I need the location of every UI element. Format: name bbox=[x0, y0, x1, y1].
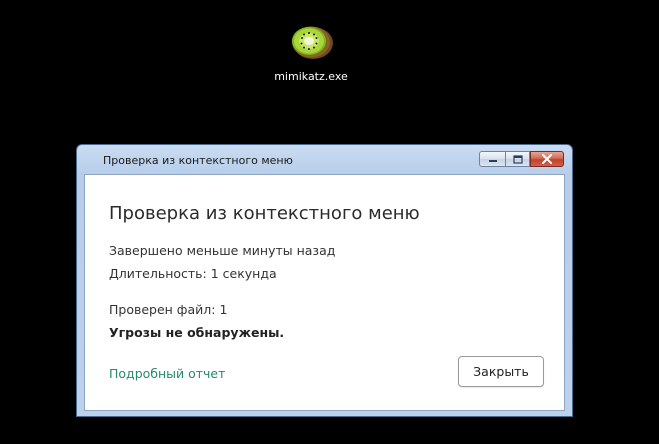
desktop: mimikatz.exe Проверка из контекстного ме… bbox=[0, 0, 659, 444]
window-close-button[interactable] bbox=[530, 151, 564, 167]
detailed-report-link[interactable]: Подробный отчет bbox=[109, 366, 225, 381]
scan-result-window: Проверка из контекстного меню Проверка и… bbox=[76, 144, 573, 417]
close-button[interactable]: Закрыть bbox=[458, 356, 544, 387]
files-checked-text: Проверен файл: 1 bbox=[109, 302, 228, 317]
minimize-button[interactable] bbox=[479, 151, 505, 167]
desktop-icon-label: mimikatz.exe bbox=[274, 70, 348, 83]
completed-text: Завершено меньше минуты назад bbox=[109, 243, 336, 258]
minimize-icon bbox=[488, 160, 497, 162]
duration-text: Длительность: 1 секунда bbox=[109, 266, 277, 281]
caption-buttons bbox=[479, 151, 564, 169]
close-icon bbox=[542, 154, 552, 164]
dialog-heading: Проверка из контекстного меню bbox=[109, 203, 420, 224]
desktop-icon-mimikatz[interactable]: mimikatz.exe bbox=[268, 22, 354, 94]
threats-status-text: Угрозы не обнаружены. bbox=[109, 325, 285, 340]
maximize-icon bbox=[512, 154, 523, 164]
window-title: Проверка из контекстного меню bbox=[103, 154, 293, 167]
dialog-content: Проверка из контекстного меню Завершено … bbox=[84, 174, 565, 411]
window-titlebar[interactable]: Проверка из контекстного меню bbox=[77, 145, 572, 173]
maximize-button[interactable] bbox=[505, 151, 530, 167]
kiwi-icon bbox=[292, 26, 333, 59]
